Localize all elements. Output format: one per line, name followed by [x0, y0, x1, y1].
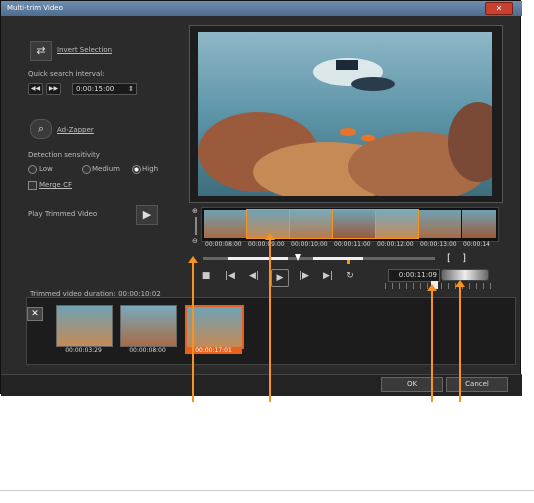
delete-clip-icon[interactable]: ✕: [27, 307, 43, 321]
mark-in-out-icon[interactable]: [ ]: [447, 253, 470, 264]
callout-line: [269, 239, 271, 402]
fast-forward-icon[interactable]: ▶▶: [46, 83, 61, 95]
callout-arrow-icon: [427, 284, 437, 291]
timecode-label: 00:00:11:00: [334, 241, 371, 248]
zoom-slider[interactable]: [195, 217, 197, 235]
repeat-icon[interactable]: ↻: [343, 269, 357, 283]
timeline-frame: [462, 210, 496, 238]
close-icon[interactable]: ✕: [485, 2, 513, 15]
ok-button[interactable]: OK: [381, 377, 443, 392]
preview-frame: [189, 25, 503, 203]
timecode-label: 00:00:09:00: [248, 241, 285, 248]
previous-frame-icon[interactable]: ◀|: [247, 269, 261, 283]
radio-medium-label: Medium: [92, 165, 120, 173]
video-preview: [198, 32, 492, 196]
merge-cf-label: Merge CF: [39, 181, 72, 189]
timecode-label: 00:00:14: [463, 241, 490, 248]
quick-search-interval-input[interactable]: 0:00:15:00 ⇕: [72, 83, 137, 95]
timecode-label: 00:00:13:00: [420, 241, 457, 248]
left-panel: ⇄ Invert Selection Quick search interval…: [8, 23, 182, 293]
page-divider: [0, 490, 534, 491]
callout-line: [459, 286, 461, 402]
zoom-out-icon[interactable]: ⊖: [192, 237, 198, 245]
spinner-icon[interactable]: ⇕: [128, 84, 134, 94]
quick-search-value: 0:00:15:00: [76, 85, 115, 93]
quick-search-label: Quick search interval:: [28, 70, 105, 78]
callout-line: [431, 290, 433, 402]
radio-high[interactable]: [132, 165, 141, 174]
callout-arrow-icon: [188, 256, 198, 263]
radio-low[interactable]: [28, 165, 37, 174]
clip-thumbnail[interactable]: [120, 305, 177, 347]
cancel-button[interactable]: Cancel: [446, 377, 508, 392]
next-frame-icon[interactable]: |▶: [297, 269, 311, 283]
jog-ticks: [385, 283, 493, 289]
clip-thumbnail[interactable]: [56, 305, 113, 347]
go-to-start-icon[interactable]: |◀: [223, 269, 237, 283]
stop-icon[interactable]: ■: [199, 269, 213, 283]
radio-high-label: High: [142, 165, 159, 173]
callout-arrow-icon: [455, 280, 465, 287]
callout-arrow-icon: [265, 233, 275, 240]
transport-controls: ■ |◀ ◀| ▶ |▶ ▶| ↻: [199, 269, 359, 287]
play-trimmed-video-icon[interactable]: ▶: [136, 205, 158, 225]
clip-timecode: 00:00:08:00: [129, 347, 166, 354]
scrub-bar[interactable]: [203, 254, 435, 264]
timecode-label: 00:00:12:00: [377, 241, 414, 248]
zoom-in-icon[interactable]: ⊕: [192, 207, 198, 215]
timeline-frame: [375, 209, 419, 239]
ad-zapper-icon[interactable]: ⌕: [30, 119, 52, 139]
timeline-frame: [332, 209, 376, 239]
timeline-filmstrip[interactable]: [201, 207, 499, 242]
multi-trim-dialog: Multi-trim Video ✕ ⇄ Invert Selection Qu…: [0, 0, 522, 396]
dialog-footer: [1, 374, 522, 396]
trimmed-segment: [228, 257, 288, 260]
play-icon[interactable]: ▶: [271, 269, 289, 287]
invert-selection-icon[interactable]: ⇄: [30, 41, 52, 61]
timeline-frame: [419, 210, 461, 238]
detection-sensitivity-label: Detection sensitivity: [28, 151, 100, 159]
timeline-frame: [289, 209, 333, 239]
rewind-icon[interactable]: ◀◀: [28, 83, 43, 95]
timeline-frame: [204, 210, 246, 238]
timeline-zoom: ⊕ ⊖: [192, 207, 200, 247]
radio-low-label: Low: [39, 165, 53, 173]
title-bar: Multi-trim Video ✕: [1, 1, 522, 16]
timecode-label: 00:00:08:00: [205, 241, 242, 248]
clip-timecode: 00:00:03:29: [65, 347, 102, 354]
mark-indicator: [347, 260, 350, 264]
merge-cf-checkbox[interactable]: [28, 181, 37, 190]
jog-wheel[interactable]: [441, 269, 489, 281]
go-to-end-icon[interactable]: ▶|: [321, 269, 335, 283]
timecode-label: 00:00:10:00: [291, 241, 328, 248]
invert-selection-link[interactable]: Invert Selection: [57, 46, 112, 54]
playhead-handle[interactable]: [295, 254, 301, 261]
callout-line: [192, 262, 194, 402]
ad-zapper-link[interactable]: Ad-Zapper: [57, 126, 94, 134]
trimmed-segment: [313, 257, 363, 260]
radio-medium[interactable]: [82, 165, 91, 174]
play-trimmed-label: Play Trimmed Video: [28, 210, 98, 218]
window-title: Multi-trim Video: [7, 4, 63, 12]
